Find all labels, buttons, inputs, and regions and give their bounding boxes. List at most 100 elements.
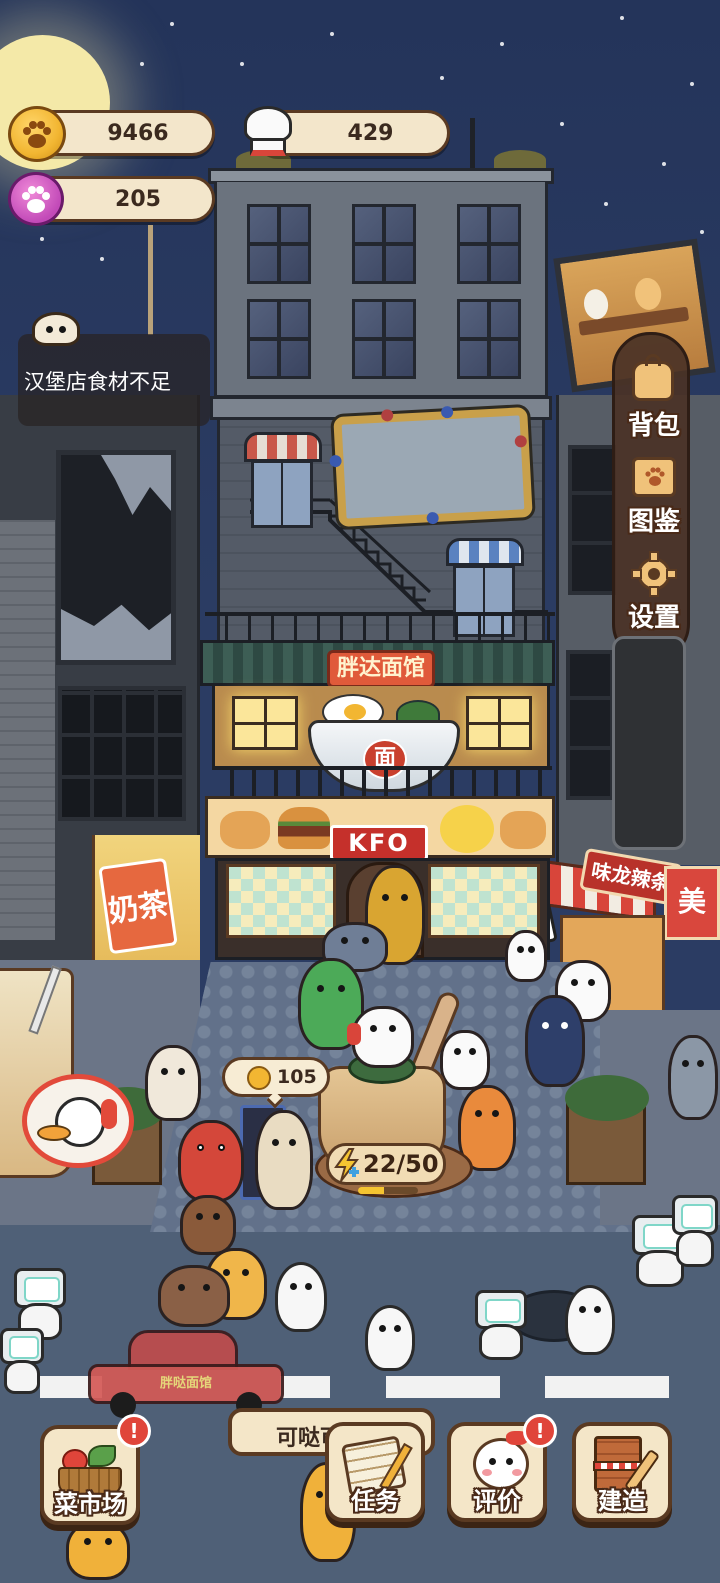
marquee-bulb: [440, 405, 454, 419]
book-icon: [632, 457, 676, 497]
noodle-shop-window: [466, 696, 532, 750]
coin-counter-value: 9466: [107, 121, 169, 146]
order-progress-pill[interactable]: 22/50: [326, 1143, 446, 1185]
headset-icon: [101, 1099, 117, 1129]
paw-glyph: [22, 186, 50, 213]
star: [500, 42, 504, 46]
right-building-windows: [568, 445, 616, 595]
order-progress-fill: [358, 1187, 385, 1194]
partial-shop-sign-text: 美: [677, 885, 706, 918]
chicken-mascot-picture: [440, 805, 494, 853]
backpack-label: 背包: [627, 411, 680, 441]
apartment-window: [247, 204, 311, 284]
noodle-shop-window: [232, 696, 298, 750]
crosswalk-stripe: [545, 1376, 669, 1398]
glass-shard: [101, 455, 171, 515]
market-label: 菜市场: [54, 1490, 126, 1518]
delivery-car: 胖哒面馆: [88, 1330, 284, 1418]
ingredient-shortage-notification[interactable]: 汉堡店食材不足: [18, 334, 210, 426]
paw-glyph: [23, 121, 51, 148]
shark-character: [668, 1035, 718, 1120]
fried-chicken-picture: [220, 811, 270, 849]
hippo-character: [158, 1265, 230, 1327]
star: [170, 22, 174, 26]
star: [440, 76, 444, 80]
smiley-eye: [506, 1458, 513, 1466]
star: [100, 257, 104, 261]
left-door: [251, 460, 313, 528]
car-text: 胖哒面馆: [159, 1376, 212, 1391]
marquee-sign: [329, 405, 533, 528]
marquee-bulb: [380, 409, 394, 422]
star: [560, 122, 564, 126]
build-button[interactable]: 建造: [572, 1422, 672, 1522]
backpack-button[interactable]: 背包: [615, 354, 693, 449]
balcony-railing: [205, 612, 555, 640]
ghost-skateboarder: [565, 1285, 615, 1355]
tea-cup-straw: [28, 965, 62, 1035]
right-planter: [565, 1075, 649, 1185]
backpack-icon: [632, 354, 674, 401]
market-alert-badge: !: [117, 1414, 151, 1448]
smiley-cheek: [512, 1469, 522, 1476]
white-rabbit-character: [440, 1030, 490, 1090]
chef-points-value: 429: [347, 121, 394, 146]
rooftop-lamp-pole: [148, 225, 153, 335]
burger-shop-sign: KFO: [330, 825, 428, 861]
penguin-costume-character: [525, 995, 585, 1087]
billboard-figure: [633, 276, 664, 312]
chef-duck-character[interactable]: [347, 1006, 414, 1068]
tea-shop-sign: 奶茶: [98, 857, 178, 955]
noodle-shop-railing: [212, 766, 552, 796]
reviews-alert-badge: !: [523, 1414, 557, 1448]
crosswalk-stripe: [386, 1376, 500, 1398]
left-building-windows: [58, 686, 186, 821]
star: [620, 16, 624, 20]
star: [690, 82, 694, 86]
smiley-eye: [489, 1458, 496, 1466]
burger-shop-window: [226, 864, 336, 938]
apartment-window: [352, 204, 416, 284]
chef-hat-icon: [240, 104, 296, 162]
apartment-window: [247, 299, 311, 379]
burger-shop-window: [428, 864, 540, 938]
chef-hat-band: [250, 138, 286, 156]
burger-shop-sign-text: KFO: [348, 829, 410, 857]
side-panel: [612, 636, 686, 850]
gear-icon: [631, 551, 677, 597]
star: [700, 230, 704, 234]
dog-character: [255, 1110, 313, 1210]
monkey-character: [180, 1195, 236, 1255]
backpack-strap: [645, 354, 661, 366]
coin-reward-bubble[interactable]: 105: [222, 1057, 330, 1109]
apartment-window: [457, 299, 521, 379]
leaves: [88, 1445, 116, 1467]
apartment-window: [457, 204, 521, 284]
headband-dog-character: [145, 1045, 201, 1121]
left-building-exposed-brick: [0, 520, 55, 940]
apartment-upper-floors: [214, 182, 548, 398]
star: [662, 162, 666, 166]
rooftop-plant: [494, 150, 546, 170]
crosswalk-stripe: [280, 1376, 330, 1398]
paw-gem-icon: [8, 172, 64, 226]
chef-hat-puff: [244, 106, 292, 142]
collection-book-label: 图鉴: [627, 507, 680, 537]
settings-button[interactable]: 设置: [615, 549, 693, 641]
planter-bush: [565, 1075, 649, 1121]
paw-gem-value: 205: [115, 187, 161, 212]
side-menu: 背包 图鉴 设置: [612, 332, 690, 662]
coin-reward-text: 105: [277, 1066, 317, 1088]
build-label: 建造: [598, 1487, 646, 1515]
duck-request-bubble[interactable]: [22, 1074, 134, 1168]
star: [140, 62, 144, 66]
collection-book-button[interactable]: 图鉴: [615, 453, 693, 545]
lightning-icon: [334, 1148, 360, 1182]
marquee-bulb: [329, 454, 342, 468]
tv-head-ghost: [672, 1195, 718, 1267]
paw-coin-icon: [8, 106, 66, 162]
burger-picture: [278, 807, 330, 849]
cat-eye: [59, 326, 67, 334]
tasks-button[interactable]: 任务: [325, 1422, 425, 1522]
paw-glyph: [645, 467, 665, 486]
